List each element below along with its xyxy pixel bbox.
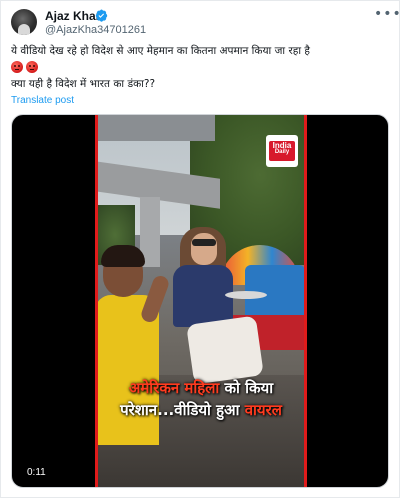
verified-badge-icon <box>95 9 108 22</box>
translate-post-link[interactable]: Translate post <box>11 95 74 106</box>
more-options-icon[interactable]: ••• <box>374 7 400 21</box>
video-frame: India Daily <box>95 115 307 487</box>
author-handle[interactable]: @AjazKha34701261 <box>45 24 146 36</box>
tweet-card: Ajaz Khan @AjazKha34701261 ••• ये वीडियो… <box>0 0 400 498</box>
video-player[interactable]: India Daily अमेरिकन महिला को किया परेशान… <box>11 114 389 488</box>
tweet-text-line-2: क्या यही है विदेश में भारत का डंका?? <box>11 78 156 90</box>
tweet-text-line-1: ये वीडियो देख रहे हो विदेश से आए मेहमान … <box>11 45 310 57</box>
india-daily-logo: India Daily <box>266 135 298 167</box>
video-caption: अमेरिकन महिला को किया परेशान...वीडियो हु… <box>120 379 282 419</box>
angry-face-icon <box>11 61 23 73</box>
angry-face-icon <box>26 61 38 73</box>
video-timestamp: 0:11 <box>22 466 51 479</box>
emoji-row <box>11 61 38 73</box>
avatar[interactable] <box>11 9 37 35</box>
